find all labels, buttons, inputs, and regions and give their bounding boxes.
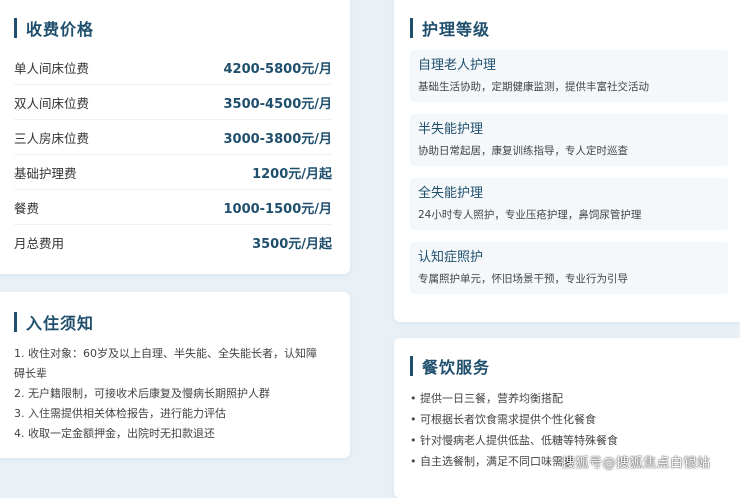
price-value: 1000-1500元/月 xyxy=(223,201,332,217)
care-item-name: 认知症照护 xyxy=(418,250,484,265)
price-title-text: 收费价格 xyxy=(26,20,95,39)
price-label: 基础护理费 xyxy=(14,165,77,181)
price-label: 三人房床位费 xyxy=(14,130,90,146)
price-row: 餐费 1000-1500元/月 xyxy=(14,190,332,225)
food-item: • 针对慢病老人提供低盐、低糖等特殊餐食 xyxy=(410,434,618,447)
price-label: 月总费用 xyxy=(14,235,65,251)
food-item: • 可根据长者饮食需求提供个性化餐食 xyxy=(410,413,596,426)
price-row: 单人间床位费 4200-5800元/月 xyxy=(14,50,332,85)
food-title: 餐饮服务 xyxy=(410,354,490,378)
care-item-name: 半失能护理 xyxy=(418,122,484,137)
price-title: 收费价格 xyxy=(14,16,94,40)
price-value: 1200元/月起 xyxy=(252,166,332,182)
notice-item: 4. 收取一定金额押金，出院时无扣款退还 xyxy=(14,427,215,440)
notice-list: 1. 收住对象：60岁及以上自理、半失能、全失能长者，认知障碍长辈 2. 无户籍… xyxy=(14,344,324,444)
care-item: 自理老人护理 基础生活协助，定期健康监测，提供丰富社交活动 xyxy=(410,50,728,102)
care-item-name: 全失能护理 xyxy=(418,186,484,201)
notice-title: 入住须知 xyxy=(14,310,94,334)
price-value: 3500-4500元/月 xyxy=(223,96,332,112)
notice-item: 1. 收住对象：60岁及以上自理、半失能、全失能长者，认知障碍长辈 xyxy=(14,347,317,380)
food-title-text: 餐饮服务 xyxy=(422,358,491,377)
price-row: 双人间床位费 3500-4500元/月 xyxy=(14,85,332,120)
care-title-text: 护理等级 xyxy=(422,20,491,39)
care-item: 全失能护理 24小时专人照护，专业压疮护理，鼻饲尿管护理 xyxy=(410,178,728,230)
care-item-desc: 24小时专人照护，专业压疮护理，鼻饲尿管护理 xyxy=(418,209,642,221)
care-title: 护理等级 xyxy=(410,16,490,40)
title-accent-bar xyxy=(14,312,17,332)
price-label: 餐费 xyxy=(14,200,40,216)
care-card: 护理等级 自理老人护理 基础生活协助，定期健康监测，提供丰富社交活动 半失能护理… xyxy=(394,0,740,322)
title-accent-bar xyxy=(14,18,17,38)
title-accent-bar xyxy=(410,18,413,38)
food-card: 餐饮服务 • 提供一日三餐，营养均衡搭配 • 可根据长者饮食需求提供个性化餐食 … xyxy=(394,338,740,498)
care-item: 半失能护理 协助日常起居，康复训练指导，专人定时巡查 xyxy=(410,114,728,166)
price-value: 4200-5800元/月 xyxy=(223,61,332,77)
watermark: 搜狐号@搜狐焦点白银站 xyxy=(562,456,711,471)
notice-title-text: 入住须知 xyxy=(26,314,95,333)
price-value: 3500元/月起 xyxy=(252,236,332,252)
care-item-desc: 基础生活协助，定期健康监测，提供丰富社交活动 xyxy=(418,81,649,93)
price-label: 双人间床位费 xyxy=(14,95,90,111)
notice-item: 2. 无户籍限制，可接收术后康复及慢病长期照护人群 xyxy=(14,387,270,400)
care-item: 认知症照护 专属照护单元，怀旧场景干预，专业行为引导 xyxy=(410,242,728,294)
price-row: 月总费用 3500元/月起 xyxy=(14,225,332,259)
price-row: 基础护理费 1200元/月起 xyxy=(14,155,332,190)
food-item: • 提供一日三餐，营养均衡搭配 xyxy=(410,392,563,405)
notice-card: 入住须知 1. 收住对象：60岁及以上自理、半失能、全失能长者，认知障碍长辈 2… xyxy=(0,292,350,458)
notice-item: 3. 入住需提供相关体检报告，进行能力评估 xyxy=(14,407,226,420)
care-item-desc: 专属照护单元，怀旧场景干预，专业行为引导 xyxy=(418,273,628,285)
title-accent-bar xyxy=(410,356,413,376)
price-row: 三人房床位费 3000-3800元/月 xyxy=(14,120,332,155)
care-item-name: 自理老人护理 xyxy=(418,58,497,73)
price-label: 单人间床位费 xyxy=(14,60,90,76)
price-card: 收费价格 单人间床位费 4200-5800元/月 双人间床位费 3500-450… xyxy=(0,0,350,274)
care-item-desc: 协助日常起居，康复训练指导，专人定时巡查 xyxy=(418,145,628,157)
price-value: 3000-3800元/月 xyxy=(223,131,332,147)
